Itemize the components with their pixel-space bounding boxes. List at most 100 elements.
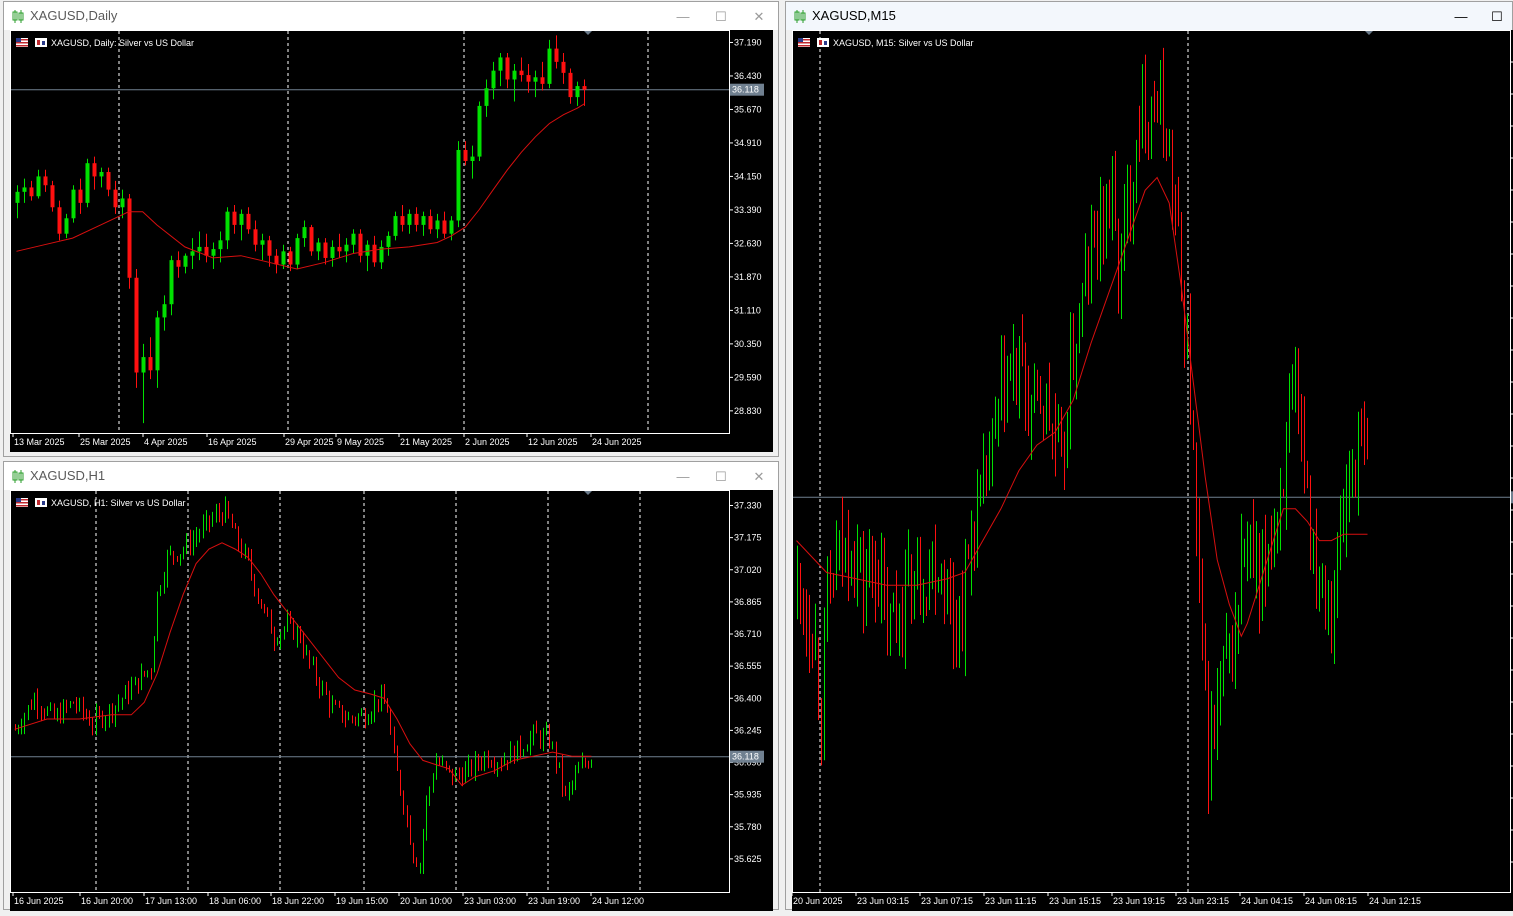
window-title-bar[interactable]: XAGUSD,H1 — ☐ ✕ xyxy=(4,462,778,490)
candle xyxy=(1313,529,1314,575)
window-title-bar[interactable]: XAGUSD,M15 — ☐ xyxy=(786,2,1512,30)
candle xyxy=(79,697,80,712)
candle xyxy=(63,699,64,724)
candle xyxy=(872,535,873,598)
window-daily[interactable]: XAGUSD,Daily — ☐ ✕ XAGUSD, Daily: Silver… xyxy=(3,1,779,457)
chart-menu-icon[interactable] xyxy=(35,38,47,47)
window-title-bar[interactable]: XAGUSD,Daily — ☐ ✕ xyxy=(4,2,778,30)
y-tick-label: 35.935 xyxy=(734,790,762,800)
maximize-button[interactable]: ☐ xyxy=(702,2,740,30)
candle xyxy=(896,570,897,643)
x-tick-label: 23 Jun 03:00 xyxy=(464,896,516,906)
candle xyxy=(484,751,485,772)
candle xyxy=(216,503,217,523)
candle xyxy=(1298,348,1299,435)
daily-chart[interactable]: XAGUSD, Daily: Silver vs US Dollar 37.190… xyxy=(10,30,773,452)
h1-chart[interactable]: XAGUSD, H1: Silver vs US Dollar 37.330 37.… xyxy=(10,490,773,911)
candle xyxy=(1301,393,1302,462)
candle xyxy=(429,786,430,806)
candle xyxy=(902,586,903,658)
candle xyxy=(1004,335,1005,433)
candle xyxy=(196,526,197,547)
window-h1[interactable]: XAGUSD,H1 — ☐ ✕ XAGUSD, H1: Silver vs US… xyxy=(3,461,779,911)
candle xyxy=(944,559,945,625)
candle xyxy=(1280,467,1281,551)
candle xyxy=(209,515,210,533)
candle xyxy=(1253,499,1254,578)
candle xyxy=(565,785,566,797)
close-button[interactable]: ✕ xyxy=(740,462,778,490)
x-tick-label: 24 Jun 2025 xyxy=(592,437,642,447)
candle xyxy=(358,713,359,727)
candle xyxy=(1136,139,1137,204)
candle xyxy=(797,545,798,620)
window-title: XAGUSD,M15 xyxy=(812,8,896,23)
candle xyxy=(863,530,864,634)
candle xyxy=(815,603,816,661)
candle xyxy=(995,396,996,439)
candle xyxy=(131,676,132,700)
candle xyxy=(920,536,921,616)
candle xyxy=(151,668,152,680)
minimize-button[interactable]: — xyxy=(664,462,702,490)
candle xyxy=(1055,393,1056,477)
minimize-button[interactable]: — xyxy=(664,2,702,30)
candle xyxy=(533,724,534,746)
candle xyxy=(501,757,502,772)
candle xyxy=(1085,233,1086,297)
close-button[interactable]: ✕ xyxy=(740,2,778,30)
candle xyxy=(1355,459,1356,498)
current-price-label: 36.118 xyxy=(730,83,764,96)
candle xyxy=(1289,373,1290,453)
candle xyxy=(1349,450,1350,523)
candle xyxy=(335,699,336,705)
candle xyxy=(821,698,822,766)
candle xyxy=(1292,364,1293,410)
candle xyxy=(1139,105,1140,162)
window-title: XAGUSD,Daily xyxy=(30,8,118,23)
candle xyxy=(1334,570,1335,665)
chart-menu-icon[interactable] xyxy=(35,498,47,507)
candle xyxy=(1154,80,1155,123)
minimize-button[interactable]: — xyxy=(1442,2,1480,30)
candle xyxy=(1124,184,1125,271)
window-m15[interactable]: XAGUSD,M15 — ☐ XAGUSD, M15: Silver vs US… xyxy=(785,1,1513,911)
candle xyxy=(41,705,42,722)
candle xyxy=(510,741,511,764)
candle xyxy=(1244,538,1245,568)
candle xyxy=(60,702,61,724)
candle xyxy=(455,768,456,782)
chart-menu-icon[interactable] xyxy=(817,38,829,47)
candle xyxy=(439,757,440,766)
candle xyxy=(416,857,417,868)
candle xyxy=(1241,513,1242,625)
candle xyxy=(348,711,349,721)
candle xyxy=(1007,355,1008,423)
x-tick-label: 23 Jun 15:15 xyxy=(1049,896,1101,906)
candle xyxy=(206,510,207,531)
candle xyxy=(154,636,155,673)
m15-chart[interactable]: XAGUSD, M15: Silver vs US Dollar36.11820… xyxy=(791,30,1513,911)
candle xyxy=(546,721,547,736)
maximize-button[interactable]: ☐ xyxy=(1478,2,1513,30)
candle xyxy=(180,554,181,566)
candle xyxy=(1304,396,1305,494)
candle xyxy=(1019,335,1020,419)
candle xyxy=(134,268,139,388)
y-tick-label: 33.390 xyxy=(734,205,762,215)
candle xyxy=(170,545,171,556)
candle xyxy=(953,562,954,670)
candle xyxy=(271,609,272,634)
candle xyxy=(899,603,900,656)
candle xyxy=(911,554,912,624)
candle xyxy=(1175,184,1176,236)
candle xyxy=(478,753,479,772)
candle xyxy=(1088,246,1089,305)
candle xyxy=(309,650,310,669)
candle xyxy=(824,607,825,761)
maximize-button[interactable]: ☐ xyxy=(702,462,740,490)
candle xyxy=(1193,410,1194,451)
candle xyxy=(530,730,531,756)
candle xyxy=(1043,405,1044,441)
candle xyxy=(562,754,563,797)
